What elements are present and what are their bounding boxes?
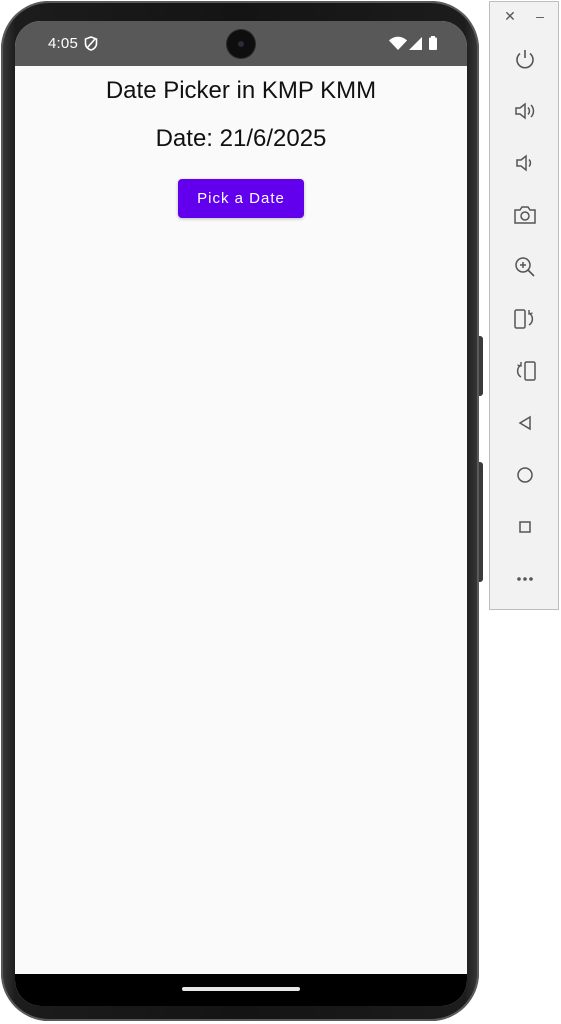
emulator-stage: 4:05 Date Picker in KMP KMM Date: 21/6/2…: [0, 0, 561, 1024]
phone-screen: 4:05 Date Picker in KMP KMM Date: 21/6/2…: [15, 21, 467, 1006]
rotate-right-icon[interactable]: [512, 358, 538, 384]
emulator-window-controls: ✕ –: [490, 8, 560, 28]
page-title: Date Picker in KMP KMM: [105, 77, 377, 104]
status-bar: 4:05: [15, 21, 467, 66]
rotate-left-icon[interactable]: [512, 306, 538, 332]
back-icon[interactable]: [512, 410, 538, 436]
battery-icon: [429, 36, 437, 50]
wifi-icon: [389, 36, 407, 50]
gesture-nav-bar: [15, 974, 467, 1006]
overview-icon[interactable]: [512, 514, 538, 540]
pick-date-button[interactable]: Pick a Date: [178, 179, 304, 218]
home-gesture-handle[interactable]: [182, 987, 300, 991]
status-time: 4:05: [48, 35, 78, 52]
power-icon[interactable]: [512, 46, 538, 72]
status-icons: [389, 36, 449, 52]
shield-icon: [84, 36, 98, 51]
close-icon[interactable]: ✕: [502, 8, 518, 24]
app-content: Date Picker in KMP KMM Date: 21/6/2025 P…: [15, 66, 467, 974]
minimize-icon[interactable]: –: [532, 8, 548, 24]
zoom-icon[interactable]: [512, 254, 538, 280]
volume-up-icon[interactable]: [512, 98, 538, 124]
phone-frame: 4:05 Date Picker in KMP KMM Date: 21/6/2…: [1, 1, 479, 1021]
front-camera: [227, 30, 255, 58]
more-icon[interactable]: [512, 566, 538, 592]
volume-down-icon[interactable]: [512, 150, 538, 176]
selected-date-label: Date: 21/6/2025: [155, 125, 327, 152]
emulator-toolbar: ✕ –: [489, 1, 559, 610]
home-icon[interactable]: [512, 462, 538, 488]
camera-icon[interactable]: [512, 202, 538, 228]
signal-icon: [409, 37, 422, 50]
